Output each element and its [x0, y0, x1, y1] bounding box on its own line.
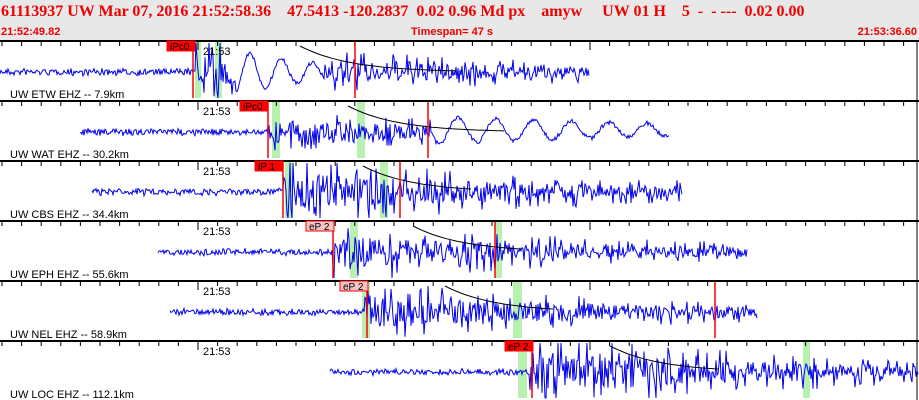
minute-label: 21:53	[203, 46, 231, 58]
start-time: 21:52:49.82	[1, 26, 61, 38]
waveform	[329, 342, 919, 399]
station-label: UW NEL EHZ -- 58.9km	[10, 329, 127, 341]
minute-label: 21:53	[203, 106, 231, 118]
event-summary: 61113937 UW Mar 07, 2016 21:52:58.36 47.…	[1, 3, 805, 20]
trace-panel[interactable]: iPc0 21:53 UW ETW EHZ -- 7.9km	[0, 40, 919, 101]
trace-panel[interactable]: eP 2 21:53 UW LOC EHZ -- 112.1km	[0, 340, 919, 400]
phase-label: eP 2	[309, 222, 330, 233]
phase-label: iPc0	[243, 102, 263, 113]
phase-label: eP 2	[343, 282, 364, 293]
station-label: UW CBS EHZ -- 34.4km	[10, 209, 129, 221]
waveform	[157, 228, 748, 279]
seismogram-panels[interactable]: iPc0 21:53 UW ETW EHZ -- 7.9km iPc0 21:53 UW …	[0, 40, 919, 400]
coda-fit	[362, 165, 472, 190]
station-label: UW WAT EHZ -- 30.2km	[10, 149, 129, 161]
coda-fit	[444, 285, 554, 310]
station-label: UW LOC EHZ -- 112.1km	[10, 389, 134, 400]
station-label: UW ETW EHZ -- 7.9km	[10, 89, 124, 101]
waveform-canvas[interactable]: iPc0 21:53 UW ETW EHZ -- 7.9km iPc0 21:53 UW …	[0, 40, 919, 400]
timespan: Timespan= 47 s	[411, 26, 494, 38]
event-header: 61113937 UW Mar 07, 2016 21:52:58.36 47.…	[0, 0, 919, 40]
end-time: 21:53:36.60	[857, 26, 917, 38]
trace-panel[interactable]: iP 1 21:53 UW CBS EHZ -- 34.4km	[0, 160, 919, 221]
waveform	[79, 115, 670, 151]
minute-label: 21:53	[203, 346, 231, 358]
minute-label: 21:53	[203, 166, 231, 178]
trace-panel[interactable]: iPc0 21:53 UW WAT EHZ -- 30.2km	[0, 100, 919, 161]
trace-panel[interactable]: eP 2 21:53 UW NEL EHZ -- 58.9km	[0, 280, 919, 341]
phase-label: eP 2	[508, 342, 529, 353]
trace-panel[interactable]: eP 2 21:53 UW EPH EHZ -- 55.6km	[0, 220, 919, 281]
station-label: UW EPH EHZ -- 55.6km	[10, 269, 129, 281]
minute-label: 21:53	[203, 226, 231, 238]
pick-window	[513, 282, 522, 338]
phase-label: iPc0	[170, 42, 190, 53]
minute-label: 21:53	[203, 286, 231, 298]
pick-window	[803, 342, 810, 398]
phase-label: iP 1	[258, 162, 275, 173]
